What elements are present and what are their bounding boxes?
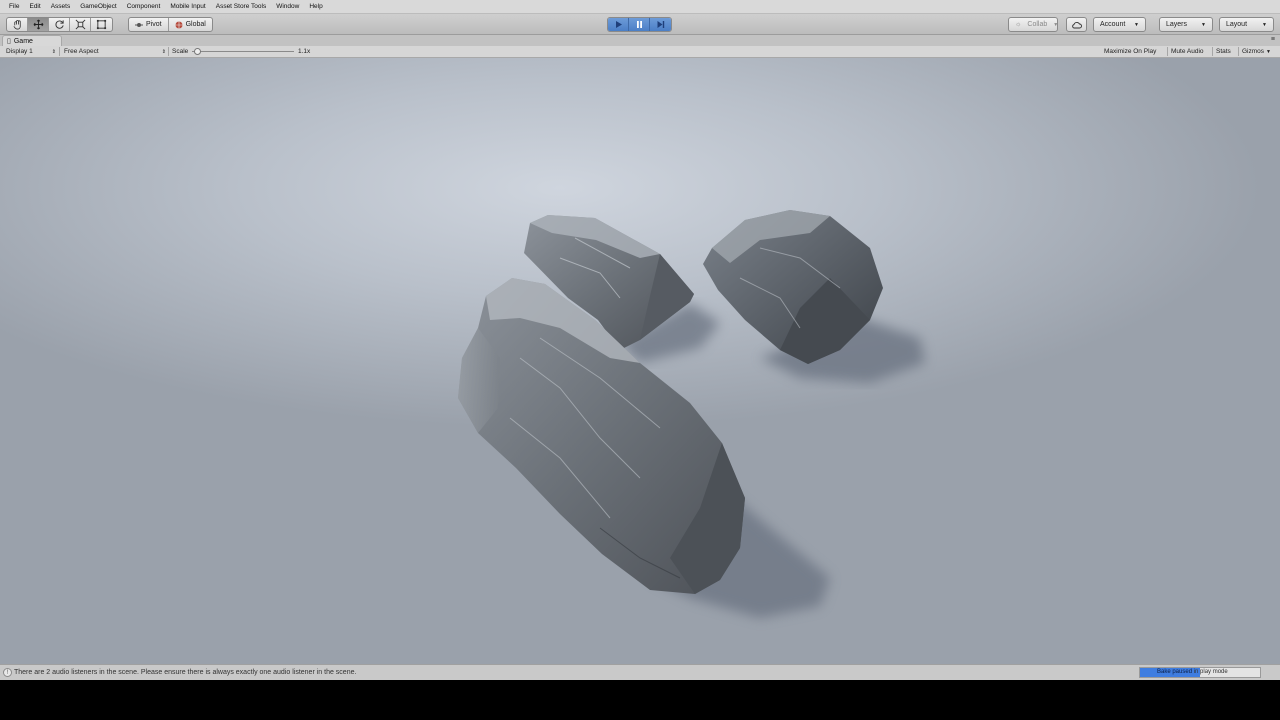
bake-status-text: Bake paused in play mode — [1157, 669, 1228, 675]
collab-label: Collab — [1027, 21, 1048, 28]
divider — [1238, 47, 1239, 56]
rotate-tool-button[interactable] — [49, 18, 70, 31]
rect-tool-button[interactable] — [91, 18, 112, 31]
collab-icon: ☼ — [1015, 21, 1022, 28]
main-toolbar: Pivot Global ☼ Collab ▼ Account ▼ Layers… — [0, 14, 1280, 35]
pivot-label: Pivot — [146, 21, 162, 28]
menu-mobile-input[interactable]: Mobile Input — [165, 3, 210, 10]
menu-file[interactable]: File — [4, 3, 24, 10]
layers-label: Layers — [1166, 21, 1188, 28]
account-label: Account — [1100, 21, 1126, 28]
bake-status-rest: in play mode — [1192, 669, 1228, 675]
menu-bar: File Edit Assets GameObject Component Mo… — [0, 0, 1280, 14]
menu-asset-store-tools[interactable]: Asset Store Tools — [211, 3, 271, 10]
cloud-icon — [1072, 21, 1082, 28]
layers-dropdown[interactable]: Layers ▼ — [1159, 17, 1213, 32]
collab-dropdown[interactable]: ☼ Collab ▼ — [1008, 17, 1058, 32]
pivot-icon — [135, 22, 143, 27]
step-button[interactable] — [650, 18, 671, 31]
pause-button[interactable] — [629, 18, 650, 31]
letterbox-bar — [0, 680, 1280, 720]
chevron-down-icon: ▼ — [1134, 21, 1139, 28]
global-label: Global — [185, 21, 206, 28]
aspect-dropdown[interactable]: Free Aspect ⇕ — [64, 46, 166, 57]
chevron-down-icon: ▼ — [1201, 21, 1206, 28]
play-icon — [615, 21, 622, 28]
scale-value: 1.1x — [298, 48, 311, 55]
bake-status-highlight: Bake paused — [1157, 669, 1193, 675]
display-label: Display 1 — [6, 48, 33, 55]
globe-icon — [175, 21, 183, 28]
step-icon — [657, 21, 665, 28]
menu-window[interactable]: Window — [271, 3, 304, 10]
tab-menu-icon[interactable]: ≡ — [1271, 36, 1275, 43]
hand-tool-icon — [12, 19, 21, 30]
account-dropdown[interactable]: Account ▼ — [1093, 17, 1146, 32]
scale-slider-track[interactable] — [192, 51, 294, 52]
hand-tool-button[interactable] — [7, 18, 28, 31]
rotate-tool-icon — [54, 20, 64, 29]
aspect-label: Free Aspect — [64, 48, 99, 55]
status-bar: ! There are 2 audio listeners in the sce… — [0, 664, 1280, 680]
menu-edit[interactable]: Edit — [24, 3, 45, 10]
transform-tools — [6, 17, 113, 32]
game-tab-label: Game — [13, 37, 33, 45]
play-button[interactable] — [608, 18, 629, 31]
console-message[interactable]: There are 2 audio listeners in the scene… — [14, 669, 356, 676]
game-tab-icon: ▯ — [7, 38, 11, 45]
tab-bar: ▯ Game ≡ — [0, 35, 1280, 46]
cloud-button[interactable] — [1066, 17, 1087, 32]
game-view-toolbar: Display 1 ⇕ Free Aspect ⇕ Scale 1.1x Max… — [0, 46, 1280, 58]
scale-tool-button[interactable] — [70, 18, 91, 31]
menu-gameobject[interactable]: GameObject — [75, 3, 122, 10]
pivot-global-group: Pivot Global — [128, 17, 213, 32]
move-tool-icon — [33, 19, 43, 30]
pause-icon — [636, 21, 642, 28]
stats-toggle[interactable]: Stats — [1216, 46, 1231, 57]
maximize-on-play-toggle[interactable]: Maximize On Play — [1104, 46, 1156, 57]
pivot-toggle[interactable]: Pivot — [129, 18, 169, 31]
play-controls — [607, 17, 672, 32]
display-dropdown[interactable]: Display 1 ⇕ — [6, 46, 56, 57]
chevron-down-icon: ▼ — [1262, 21, 1267, 28]
chevron-down-icon: ▼ — [1053, 21, 1059, 28]
scale-tool-icon — [75, 19, 85, 30]
updown-icon: ⇕ — [51, 48, 56, 55]
layout-label: Layout — [1226, 21, 1248, 28]
rect-tool-icon — [96, 19, 107, 30]
info-icon: ! — [3, 668, 12, 677]
mute-audio-toggle[interactable]: Mute Audio — [1171, 46, 1204, 57]
global-toggle[interactable]: Global — [169, 18, 212, 31]
move-tool-button[interactable] — [28, 18, 49, 31]
bake-progress-box: Bake paused in play mode — [1139, 667, 1261, 678]
scale-label: Scale — [172, 48, 189, 55]
menu-assets[interactable]: Assets — [46, 3, 76, 10]
divider — [1167, 47, 1168, 56]
menu-component[interactable]: Component — [122, 3, 166, 10]
menu-help[interactable]: Help — [304, 3, 327, 10]
scale-slider-thumb[interactable] — [193, 48, 201, 55]
divider — [59, 47, 60, 56]
gizmos-dropdown[interactable]: Gizmos ▼ — [1242, 46, 1271, 57]
tab-game[interactable]: ▯ Game — [2, 35, 62, 46]
chevron-down-icon: ▼ — [1266, 48, 1271, 55]
updown-icon: ⇕ — [161, 48, 166, 55]
scene-render — [458, 210, 925, 618]
divider — [1212, 47, 1213, 56]
divider — [168, 47, 169, 56]
gizmos-label: Gizmos — [1242, 48, 1265, 55]
game-viewport[interactable] — [0, 58, 1280, 664]
layout-dropdown[interactable]: Layout ▼ — [1219, 17, 1274, 32]
